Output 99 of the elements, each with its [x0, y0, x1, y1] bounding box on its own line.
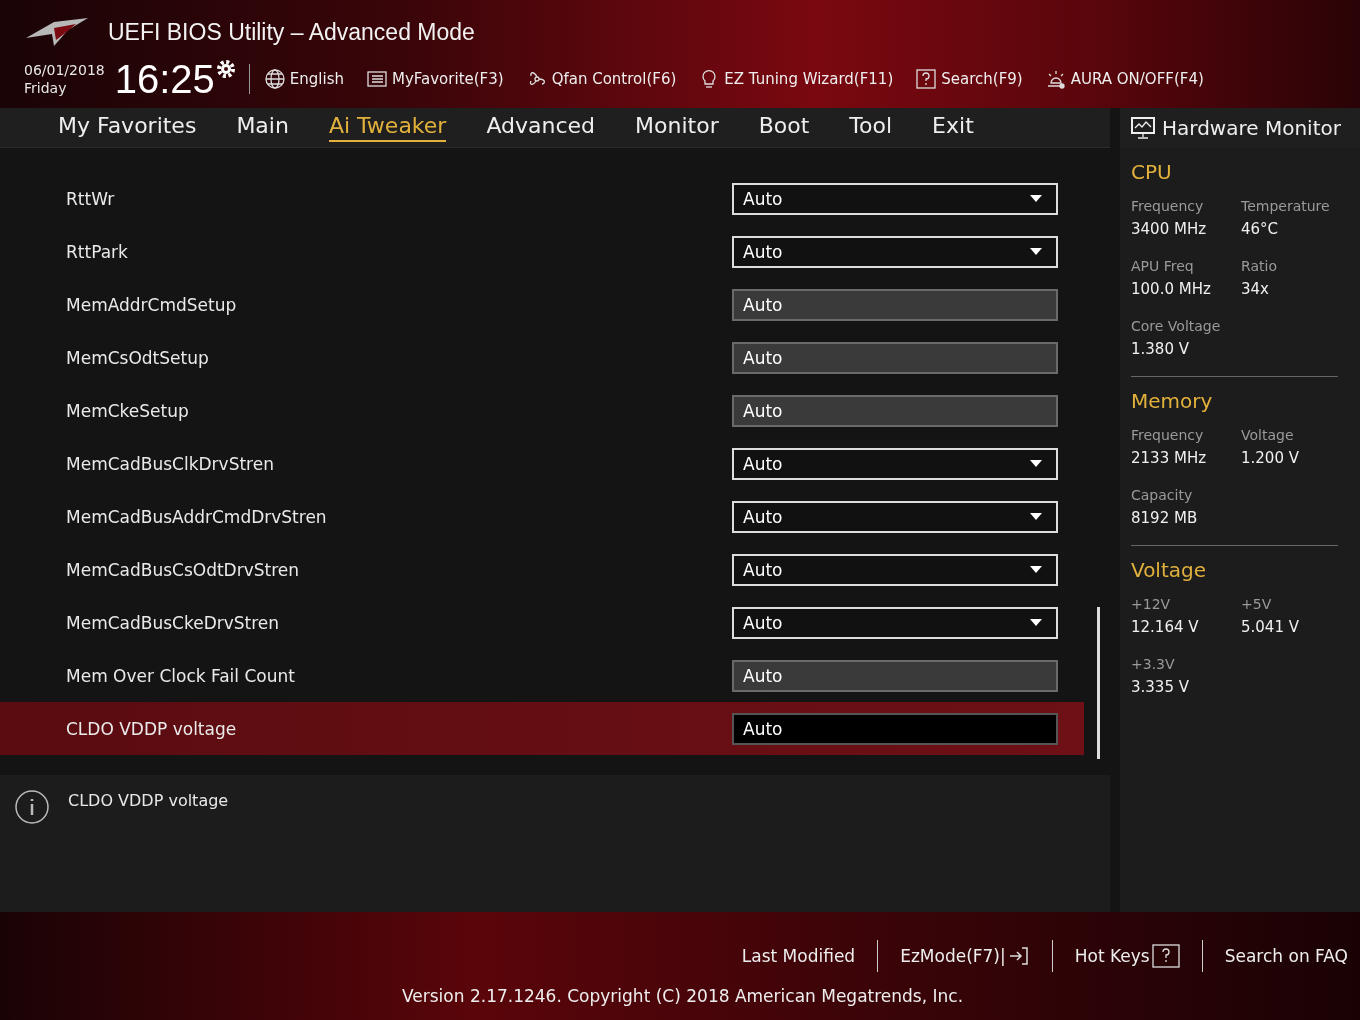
setting-row[interactable]: MemCadBusCkeDrvStren Auto [0, 596, 1084, 649]
stat-label: Frequency [1131, 427, 1205, 443]
setting-label: MemCadBusCsOdtDrvStren [66, 559, 300, 580]
setting-label: MemCadBusClkDrvStren [66, 453, 274, 474]
stat-label: Capacity [1131, 487, 1194, 503]
setting-label: MemCadBusAddrCmdDrvStren [66, 506, 327, 527]
menu-tab[interactable]: Ai Tweaker [328, 113, 447, 142]
caret-icon [1030, 619, 1042, 626]
caret-icon [1030, 195, 1042, 202]
clock-time: 16:25 [114, 56, 215, 102]
setting-label: MemCkeSetup [66, 400, 189, 421]
setting-label: MemCsOdtSetup [66, 347, 209, 368]
caret-icon [1030, 566, 1042, 573]
setting-field[interactable]: Auto [732, 341, 1058, 374]
setting-field[interactable]: Auto [732, 394, 1058, 427]
stat-value: 34x [1241, 280, 1270, 298]
setting-dropdown[interactable]: Auto [732, 235, 1058, 268]
setting-label: RttPark [66, 241, 128, 262]
caret-icon [1030, 248, 1042, 255]
day-text: Friday [24, 79, 68, 97]
stat-value: 8192 MB [1131, 509, 1199, 527]
setting-field[interactable]: Auto [732, 712, 1058, 745]
help-icon [915, 68, 938, 90]
monitor-icon [1130, 116, 1156, 140]
menu-tab[interactable]: Main [236, 113, 289, 142]
stat-label: Temperature [1241, 198, 1331, 214]
section-title: Memory [1131, 389, 1214, 413]
stat-value: 100.0 MHz [1131, 280, 1212, 298]
stat-label: Voltage [1241, 427, 1295, 443]
setting-dropdown[interactable]: Auto [732, 500, 1058, 533]
menu-tab[interactable]: My Favorites [58, 113, 197, 142]
setting-row[interactable]: MemAddrCmdSetup Auto [0, 278, 1084, 331]
setting-dropdown[interactable]: Auto [732, 606, 1058, 639]
setting-row[interactable]: Mem Over Clock Fail Count Auto [0, 649, 1084, 702]
setting-label: RttWr [66, 188, 115, 209]
stat-label: APU Freq [1131, 258, 1195, 274]
stat-value: 5.041 V [1241, 618, 1300, 636]
setting-row[interactable]: MemCadBusAddrCmdDrvStren Auto [0, 490, 1084, 543]
info-icon [14, 789, 50, 825]
caret-icon [1030, 460, 1042, 467]
stat-label: +5V [1241, 596, 1273, 612]
version-text: Version 2.17.1246. Copyright (C) 2018 American Megatrends, Inc. [402, 986, 964, 1006]
globe-icon [263, 68, 286, 90]
setting-label: MemCadBusCkeDrvStren [66, 612, 280, 633]
toolbar-button[interactable]: EZ Tuning Wizard(F11) [698, 68, 894, 90]
gear-icon[interactable] [214, 58, 237, 80]
stat-value: 3400 MHz [1131, 220, 1208, 238]
setting-row[interactable]: MemCkeSetup Auto [0, 384, 1084, 437]
setting-dropdown[interactable]: Auto [732, 553, 1058, 586]
stat-label: +12V [1131, 596, 1172, 612]
stat-label: Frequency [1131, 198, 1205, 214]
section-title: Voltage [1131, 558, 1208, 582]
menu-tab[interactable]: Exit [932, 113, 974, 142]
footer-link[interactable]: Hot Keys [1074, 944, 1180, 968]
setting-dropdown[interactable]: Auto [732, 447, 1058, 480]
stat-label: Ratio [1241, 258, 1278, 274]
caret-icon [1030, 513, 1042, 520]
stat-value: 1.380 V [1131, 340, 1190, 358]
menu-tab[interactable]: Monitor [635, 113, 719, 142]
stat-value: 2133 MHz [1131, 449, 1208, 467]
setting-dropdown[interactable]: Auto [732, 182, 1058, 215]
menu-tab[interactable]: Tool [849, 113, 893, 142]
date-text: 06/01/2018 [24, 61, 105, 79]
stat-label: +3.3V [1131, 656, 1176, 672]
panel-title: Hardware Monitor [1162, 116, 1341, 140]
setting-row[interactable]: CLDO VDDP voltage Auto [0, 702, 1084, 755]
footer-link[interactable]: Search on FAQ [1224, 946, 1348, 966]
menu-tab[interactable]: Advanced [486, 113, 596, 142]
exit-icon [1007, 945, 1030, 967]
help-icon [1151, 944, 1180, 968]
stat-label: Core Voltage [1131, 318, 1222, 334]
setting-label: MemAddrCmdSetup [66, 294, 237, 315]
menu-tab[interactable]: Boot [758, 113, 810, 142]
stat-value: 1.200 V [1241, 449, 1300, 467]
section-title: CPU [1131, 160, 1173, 184]
setting-label: Mem Over Clock Fail Count [66, 665, 295, 686]
toolbar-button[interactable]: Qfan Control(F6) [525, 68, 677, 90]
toolbar-button[interactable]: AURA ON/OFF(F4) [1044, 68, 1204, 90]
scrollbar[interactable] [1097, 607, 1100, 759]
toolbar-button[interactable]: English [263, 68, 344, 90]
setting-field[interactable]: Auto [732, 288, 1058, 321]
toolbar-button[interactable]: MyFavorite(F3) [366, 68, 504, 90]
window-title: UEFI BIOS Utility – Advanced Mode [108, 18, 475, 46]
setting-label: CLDO VDDP voltage [66, 718, 237, 739]
footer-link[interactable]: Last Modified [741, 946, 856, 966]
help-text: CLDO VDDP voltage [68, 791, 229, 810]
setting-row[interactable]: RttWr Auto [0, 172, 1084, 225]
stat-value: 46°C [1241, 220, 1280, 238]
logo-icon [24, 16, 90, 48]
setting-row[interactable]: RttPark Auto [0, 225, 1084, 278]
list-icon [366, 68, 388, 90]
setting-row[interactable]: MemCsOdtSetup Auto [0, 331, 1084, 384]
footer-link[interactable]: EzMode(F7)| [900, 945, 1030, 967]
stat-value: 12.164 V [1131, 618, 1200, 636]
stat-value: 3.335 V [1131, 678, 1190, 696]
setting-row[interactable]: MemCadBusCsOdtDrvStren Auto [0, 543, 1084, 596]
setting-field[interactable]: Auto [732, 659, 1058, 692]
toolbar-button[interactable]: Search(F9) [915, 68, 1023, 90]
setting-row[interactable]: MemCadBusClkDrvStren Auto [0, 437, 1084, 490]
